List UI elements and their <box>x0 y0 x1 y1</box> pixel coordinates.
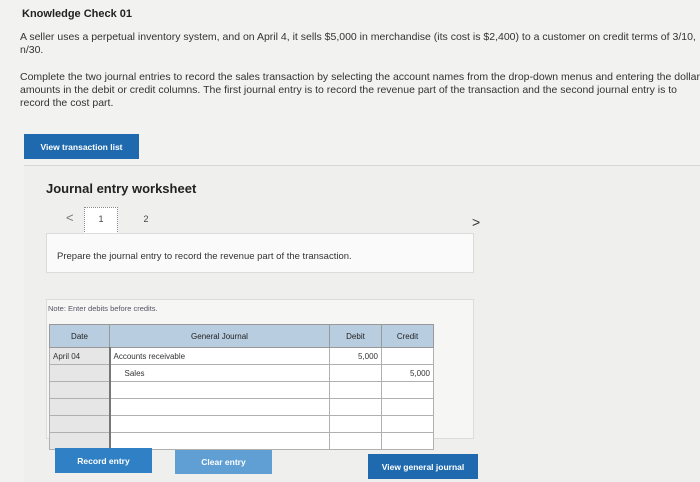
page-title: Knowledge Check 01 <box>22 8 133 20</box>
date-cell[interactable] <box>49 398 110 416</box>
account-select[interactable] <box>108 398 330 416</box>
page: Knowledge Check 01 A seller uses a perpe… <box>0 0 700 482</box>
worksheet-tab-1[interactable]: 1 <box>84 207 118 236</box>
credit-input[interactable] <box>381 398 434 416</box>
problem-statement: A seller uses a perpetual inventory syst… <box>20 31 696 56</box>
debit-column-header: Debit <box>329 324 382 348</box>
record-entry-button[interactable]: Record entry <box>55 448 152 473</box>
prev-page-icon[interactable]: < <box>66 210 74 225</box>
worksheet-instruction: Prepare the journal entry to record the … <box>57 251 352 262</box>
note-text: Note: Enter debits before credits. <box>48 304 158 313</box>
account-select[interactable] <box>108 381 330 399</box>
account-select[interactable]: Sales <box>108 364 330 382</box>
general-journal-column-header: General Journal <box>109 324 330 348</box>
table-row <box>49 415 434 433</box>
table-row <box>49 432 434 450</box>
date-cell[interactable]: April 04 <box>49 347 110 365</box>
account-select[interactable] <box>108 415 330 433</box>
credit-input[interactable] <box>381 347 434 365</box>
date-cell[interactable] <box>49 381 110 399</box>
debit-input[interactable] <box>329 364 382 382</box>
credit-input[interactable] <box>381 415 434 433</box>
table-row: Sales 5,000 <box>49 364 434 382</box>
debit-input[interactable] <box>329 398 382 416</box>
worksheet-title: Journal entry worksheet <box>46 181 197 196</box>
debit-input[interactable]: 5,000 <box>329 347 382 365</box>
credit-column-header: Credit <box>381 324 434 348</box>
date-cell[interactable] <box>49 432 110 450</box>
debit-input[interactable] <box>329 381 382 399</box>
account-select[interactable] <box>108 432 330 450</box>
next-page-icon[interactable]: > <box>472 214 480 230</box>
debit-input[interactable] <box>329 415 382 433</box>
account-select[interactable]: Accounts receivable <box>108 347 330 365</box>
date-column-header: Date <box>49 324 110 348</box>
date-cell[interactable] <box>49 415 110 433</box>
credit-input[interactable]: 5,000 <box>381 364 434 382</box>
credit-input[interactable] <box>381 381 434 399</box>
view-transaction-list-button[interactable]: View transaction list <box>24 134 139 159</box>
view-general-journal-button[interactable]: View general journal <box>368 454 478 479</box>
worksheet-tab-2[interactable]: 2 <box>139 214 153 228</box>
debit-input[interactable] <box>329 432 382 450</box>
instructions: Complete the two journal entries to reco… <box>20 71 700 109</box>
table-row <box>49 398 434 416</box>
journal-table: Date General Journal Debit Credit April … <box>49 324 434 450</box>
date-cell[interactable] <box>49 364 110 382</box>
table-row <box>49 381 434 399</box>
table-row: April 04 Accounts receivable 5,000 <box>49 347 434 365</box>
credit-input[interactable] <box>381 432 434 450</box>
clear-entry-button[interactable]: Clear entry <box>175 450 272 474</box>
